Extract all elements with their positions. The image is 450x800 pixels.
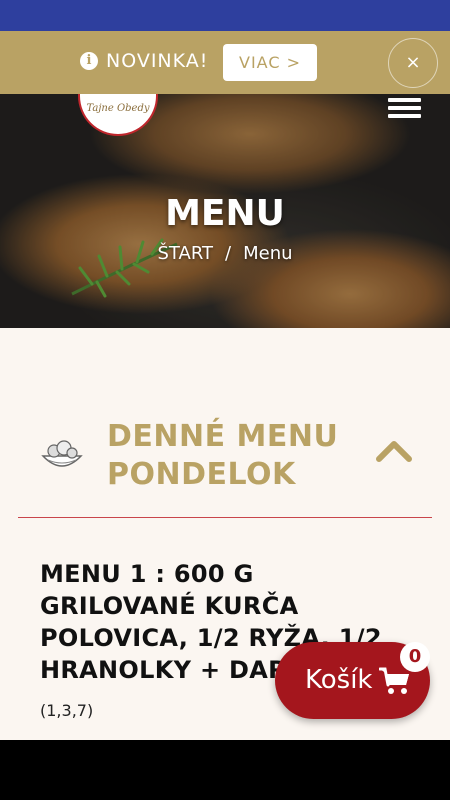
logo-text: Tajne Obedy	[86, 103, 150, 114]
breadcrumb-home-link[interactable]: ŠTART	[157, 243, 213, 264]
promo-text: NOVINKA!	[106, 50, 209, 72]
hamburger-icon[interactable]	[388, 98, 421, 118]
promo-more-button[interactable]: VIAC >	[223, 44, 317, 81]
menu-item-allergens: (1,3,7)	[40, 701, 94, 720]
breadcrumb: ŠTART / Menu	[0, 242, 450, 266]
close-icon: ×	[405, 52, 421, 73]
page-title: MENU	[165, 193, 285, 234]
daily-menu-title-line2: PONDELOK	[107, 457, 296, 492]
breadcrumb-current: Menu	[243, 243, 293, 264]
daily-menu-title-line1: DENNÉ MENU	[107, 419, 339, 454]
chevron-up-icon[interactable]	[376, 438, 412, 464]
food-bowl-icon	[41, 440, 83, 467]
divider	[18, 517, 432, 518]
chevron-right-icon: >	[286, 53, 301, 72]
daily-menu-title[interactable]: DENNÉ MENU PONDELOK	[107, 418, 367, 494]
system-nav-bar	[0, 740, 450, 800]
close-promo-button[interactable]: ×	[388, 38, 438, 88]
status-strip	[0, 0, 450, 31]
info-icon: i	[80, 52, 98, 70]
cart-label: Košík	[305, 665, 373, 695]
breadcrumb-separator: /	[225, 243, 232, 264]
promo-more-label: VIAC	[239, 53, 281, 72]
cart-icon	[379, 667, 409, 694]
cart-count-badge: 0	[400, 642, 430, 672]
